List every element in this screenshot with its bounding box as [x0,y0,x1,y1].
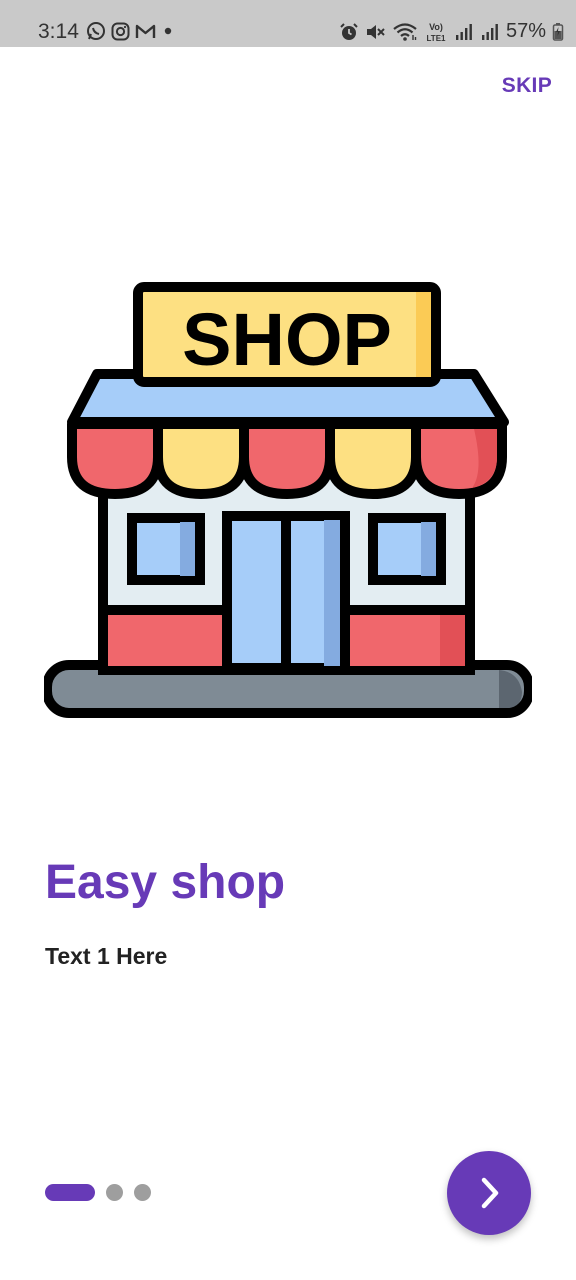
page-subtitle: Text 1 Here [45,943,168,969]
next-button[interactable] [447,1151,531,1235]
dot-icon [164,27,172,35]
mute-icon [366,24,385,39]
signal-icon [481,23,498,40]
status-notification-icons [86,21,175,41]
skip-button[interactable]: SKIP [502,74,552,98]
battery-icon [552,22,564,41]
volte-icon: Vo) LTE1 [426,22,446,43]
svg-text:LTE1: LTE1 [426,34,446,43]
shop-sign-text: SHOP [182,298,392,381]
svg-text:Vo): Vo) [429,22,443,32]
chevron-right-icon [481,1177,499,1209]
whatsapp-icon [87,22,105,40]
status-system-icons: Vo) LTE1 57% [339,20,564,43]
shop-icon: SHOP [44,282,532,718]
instagram-icon [111,22,130,40]
wifi-icon [393,22,417,41]
status-bar: 3:14 Vo) LTE1 57% [0,0,576,47]
page-indicator [45,1184,151,1201]
battery-percent: 57% [505,20,546,42]
page-dot [134,1184,151,1201]
gmail-icon [135,24,156,38]
page-title: Easy shop [45,856,286,909]
status-time: 3:14 [38,20,79,43]
page-dot [106,1184,123,1201]
alarm-icon [340,22,358,40]
signal-icon [455,23,472,40]
page-dot-active [45,1184,95,1201]
